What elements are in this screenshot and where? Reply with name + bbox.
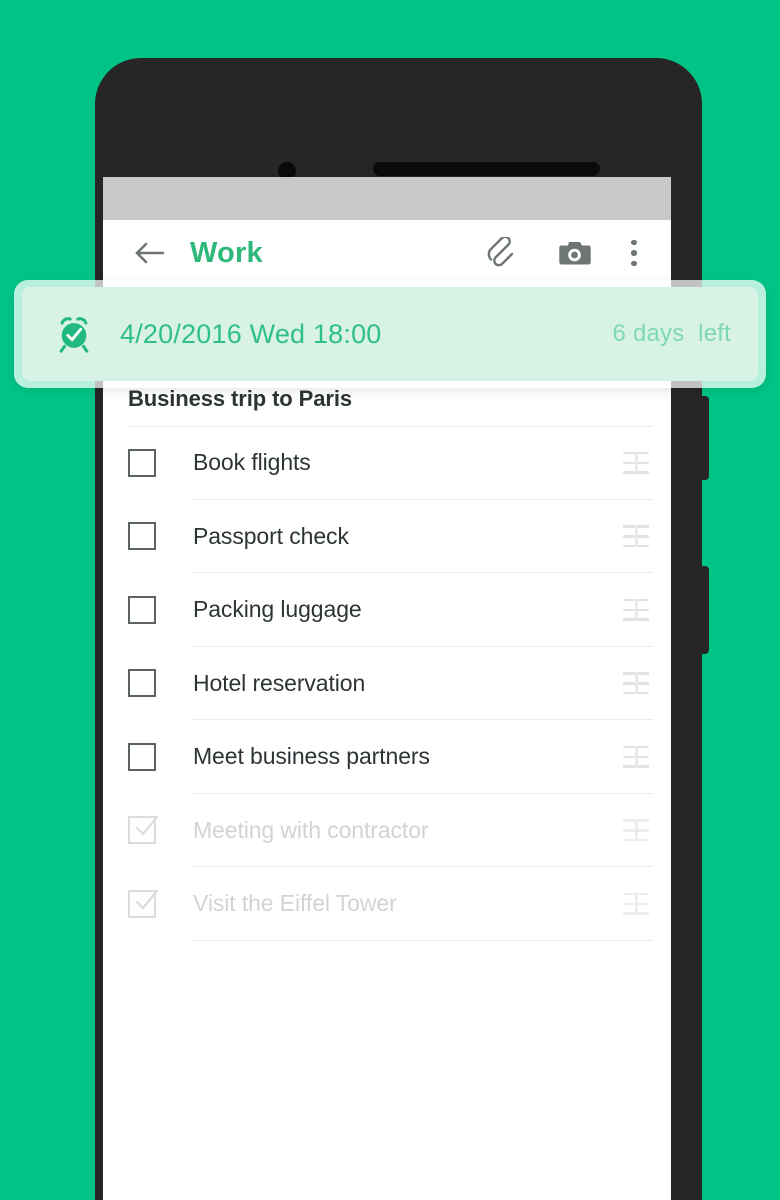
task-list: Book flights Passport check Packing lugg… (103, 426, 671, 941)
drag-handle-icon[interactable] (623, 892, 649, 915)
reminder-banner[interactable]: 4/20/2016 Wed 18:00 6 days left (22, 287, 758, 381)
task-row-completed[interactable]: Visit the Eiffel Tower (103, 867, 671, 941)
back-button[interactable] (131, 234, 169, 272)
task-row[interactable]: Meet business partners (103, 720, 671, 794)
drag-handle-icon[interactable] (623, 598, 649, 621)
status-bar (103, 177, 671, 220)
task-checkbox[interactable] (128, 669, 156, 698)
drag-handle-icon[interactable] (623, 451, 649, 474)
drag-handle-icon[interactable] (623, 745, 649, 768)
page-title: Work (190, 236, 263, 269)
task-label: Meet business partners (193, 743, 430, 770)
reminder-time-left: 6 days left (612, 320, 731, 347)
app-bar: Work (103, 220, 671, 286)
camera-button[interactable] (553, 231, 597, 275)
task-checkbox[interactable] (128, 448, 156, 477)
earpiece-speaker-icon (373, 162, 600, 176)
drag-handle-icon[interactable] (623, 672, 649, 695)
task-checkbox[interactable] (128, 522, 156, 551)
task-row[interactable]: Passport check (103, 500, 671, 573)
camera-icon (559, 242, 591, 265)
task-checkbox-checked[interactable] (128, 816, 159, 845)
task-label: Packing luggage (193, 596, 362, 623)
task-label: Visit the Eiffel Tower (193, 890, 397, 917)
attach-button[interactable] (479, 231, 523, 275)
more-vertical-icon (631, 239, 637, 267)
reminder-datetime: 4/20/2016 Wed 18:00 (120, 318, 382, 349)
drag-handle-icon[interactable] (623, 819, 649, 842)
overflow-menu-button[interactable] (619, 231, 649, 275)
task-label: Hotel reservation (193, 669, 366, 696)
alarm-clock-check-icon (59, 317, 89, 353)
task-row[interactable]: Book flights (103, 426, 671, 500)
power-button[interactable] (701, 396, 709, 480)
task-checkbox[interactable] (128, 742, 156, 771)
paperclip-icon (487, 237, 514, 267)
screenshot-stage: Work Business trip to Paris Book flights… (0, 0, 780, 1200)
task-row-completed[interactable]: Meeting with contractor (103, 794, 671, 867)
task-checkbox[interactable] (128, 595, 156, 624)
checkmark-icon (135, 889, 159, 909)
row-divider (193, 939, 653, 941)
task-checkbox-checked[interactable] (128, 889, 159, 918)
task-label: Book flights (193, 449, 311, 476)
checkmark-icon (135, 816, 159, 836)
reminder-banner-wrapper: 4/20/2016 Wed 18:00 6 days left (14, 280, 766, 388)
task-row[interactable]: Hotel reservation (103, 647, 671, 720)
drag-handle-icon[interactable] (623, 525, 649, 548)
task-label: Passport check (193, 522, 349, 549)
task-label: Meeting with contractor (193, 816, 429, 843)
volume-button[interactable] (701, 566, 709, 654)
task-row[interactable]: Packing luggage (103, 573, 671, 647)
back-arrow-icon (135, 242, 165, 264)
